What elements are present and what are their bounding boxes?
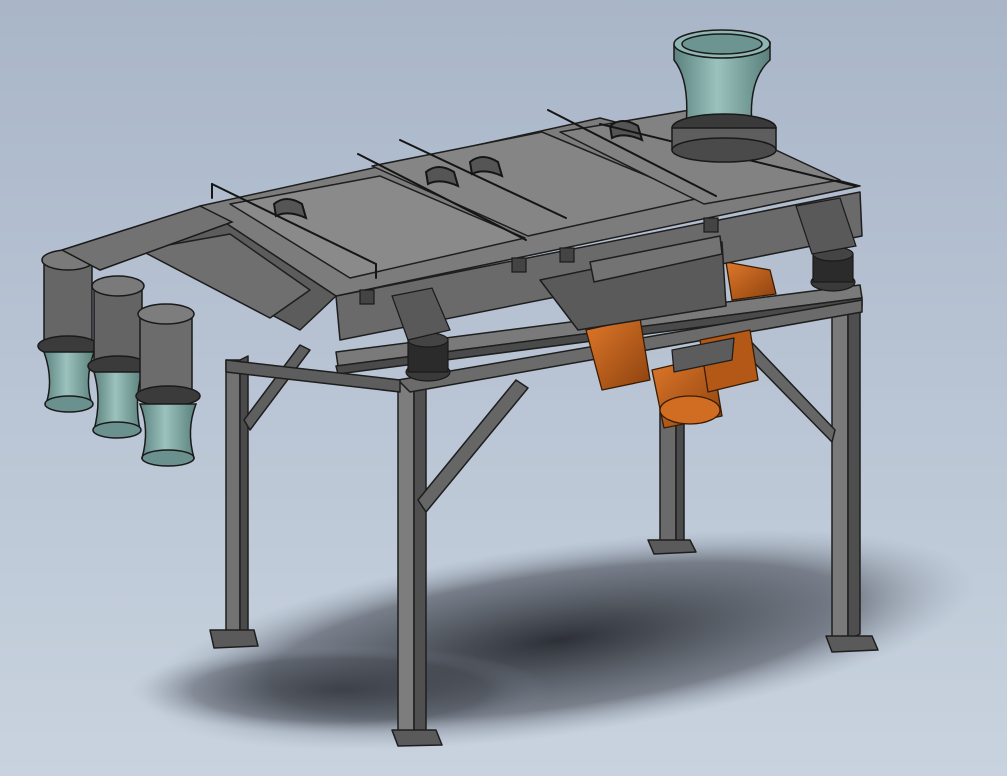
cad-viewport[interactable] (0, 0, 1007, 776)
separator-model (37, 29, 977, 751)
inlet-sleeve (671, 29, 777, 163)
